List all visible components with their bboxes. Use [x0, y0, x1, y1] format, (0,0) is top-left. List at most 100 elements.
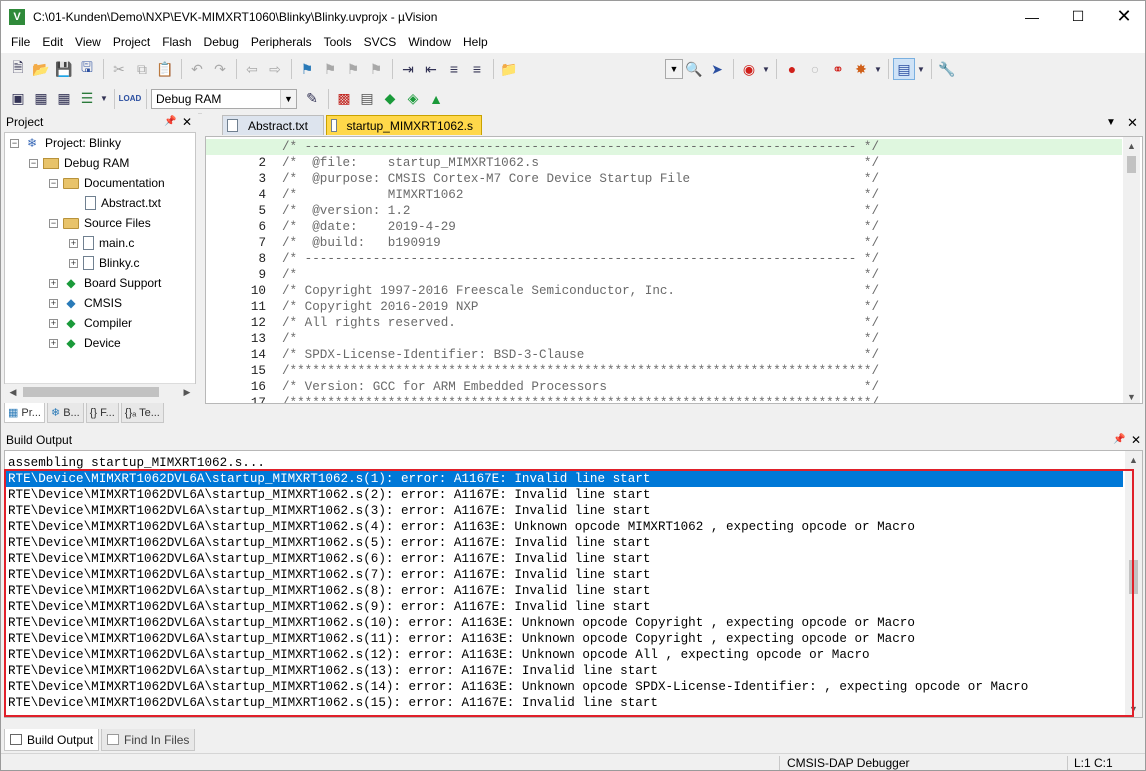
copy-icon[interactable]: ⧉ — [131, 58, 153, 80]
maximize-button[interactable]: ☐ — [1055, 1, 1101, 32]
code-line[interactable]: /* All rights reserved. */ — [282, 315, 879, 331]
insert-breakpoint-icon[interactable]: ● — [781, 58, 803, 80]
menu-file[interactable]: File — [5, 32, 36, 53]
nav-back-icon[interactable]: ⇦ — [241, 58, 263, 80]
manage-project-items-icon[interactable]: ▩ — [333, 88, 355, 110]
editor-hscrollbar[interactable]: ◀ ▶ — [206, 403, 1123, 404]
menu-debug[interactable]: Debug — [198, 32, 245, 53]
chevron-down-icon[interactable]: ▼ — [761, 58, 771, 80]
component-icon[interactable]: ▲ — [425, 88, 447, 110]
load-flash-icon[interactable]: LOAD — [119, 88, 142, 110]
menu-window[interactable]: Window — [402, 32, 457, 53]
code-line[interactable]: /* @date: 2019-4-29 */ — [282, 219, 879, 235]
code-line[interactable]: /* @build: b190919 */ — [282, 235, 879, 251]
code-line[interactable]: /* -------------------------------------… — [282, 251, 879, 267]
chevron-down-icon[interactable]: ▼ — [873, 58, 883, 80]
redo-icon[interactable]: ↷ — [209, 58, 231, 80]
tree-item-board-support[interactable]: + ◆ Board Support — [49, 273, 161, 293]
menu-view[interactable]: View — [69, 32, 107, 53]
expand-icon[interactable]: + — [69, 238, 78, 248]
chevron-down-icon[interactable]: ▼ — [916, 58, 926, 80]
code-editor[interactable]: ▷ 1234567891011121314151617 /* ---------… — [205, 136, 1143, 404]
code-line[interactable]: /***************************************… — [282, 363, 879, 379]
editor-vscrollbar[interactable]: ▲ ▼ — [1123, 137, 1140, 403]
undo-icon[interactable]: ↶ — [186, 58, 208, 80]
scroll-thumb[interactable] — [23, 387, 159, 397]
tree-item-target[interactable]: − Debug RAM — [29, 153, 129, 173]
menu-flash[interactable]: Flash — [156, 32, 197, 53]
menu-peripherals[interactable]: Peripherals — [245, 32, 318, 53]
target-select[interactable]: Debug RAM ▼ — [151, 88, 297, 109]
scroll-thumb[interactable] — [1129, 560, 1138, 594]
expand-icon[interactable]: + — [49, 318, 58, 328]
expand-icon[interactable]: + — [49, 298, 58, 308]
breakpoint-gutter[interactable]: ▷ — [206, 137, 220, 403]
rebuild-icon[interactable]: ▦ — [53, 88, 75, 110]
expand-icon[interactable]: + — [49, 278, 58, 288]
tree-item-cmsis[interactable]: + ◆ CMSIS — [49, 293, 122, 313]
scroll-left-icon[interactable]: ◀ — [5, 384, 21, 400]
indent-icon[interactable]: ⇥ — [397, 58, 419, 80]
code-line[interactable]: /* MIMXRT1062 */ — [282, 187, 879, 203]
build-error-line[interactable]: RTE\Device\MIMXRT1062DVL6A\startup_MIMXR… — [8, 503, 650, 519]
code-line[interactable]: /* Copyright 1997-2016 Freescale Semicon… — [282, 283, 879, 299]
tree-item-device[interactable]: + ◆ Device — [49, 333, 121, 353]
build-error-line[interactable]: RTE\Device\MIMXRT1062DVL6A\startup_MIMXR… — [6, 471, 1123, 487]
tab-startup-s[interactable]: startup_MIMXRT1062.s — [326, 115, 482, 135]
cut-icon[interactable]: ✂ — [108, 58, 130, 80]
menu-tools[interactable]: Tools — [318, 32, 358, 53]
pack-installer-icon[interactable]: ◈ — [402, 88, 424, 110]
collapse-icon[interactable]: − — [49, 178, 58, 188]
collapse-icon[interactable]: − — [49, 218, 58, 228]
close-button[interactable]: ✕ — [1101, 1, 1145, 32]
scroll-down-icon[interactable]: ▼ — [1123, 388, 1140, 403]
scroll-right-icon[interactable]: ▶ — [179, 384, 195, 400]
comment-icon[interactable]: ≡ — [443, 58, 465, 80]
code-line[interactable]: /* @purpose: CMSIS Cortex-M7 Core Device… — [282, 171, 879, 187]
build-error-line[interactable]: RTE\Device\MIMXRT1062DVL6A\startup_MIMXR… — [8, 599, 650, 615]
menu-edit[interactable]: Edit — [36, 32, 69, 53]
tree-item-abstract[interactable]: Abstract.txt — [85, 193, 161, 213]
build-error-line[interactable]: RTE\Device\MIMXRT1062DVL6A\startup_MIMXR… — [8, 487, 650, 503]
code-line[interactable]: /* -------------------------------------… — [206, 139, 1122, 155]
chevron-down-icon[interactable]: ▼ — [99, 88, 109, 110]
new-file-icon[interactable]: 🗎 — [7, 58, 29, 80]
close-icon[interactable]: ✕ — [1127, 115, 1138, 131]
build-error-line[interactable]: RTE\Device\MIMXRT1062DVL6A\startup_MIMXR… — [8, 679, 1028, 695]
tab-project[interactable]: ▦ Pr... — [4, 403, 45, 423]
tree-item-documentation[interactable]: − Documentation — [49, 173, 165, 193]
expand-icon[interactable]: + — [49, 338, 58, 348]
paste-icon[interactable]: 📋 — [154, 58, 176, 80]
tree-item-compiler[interactable]: + ◆ Compiler — [49, 313, 132, 333]
build-error-line[interactable]: RTE\Device\MIMXRT1062DVL6A\startup_MIMXR… — [8, 695, 658, 711]
save-icon[interactable]: 💾 — [53, 58, 75, 80]
build-error-line[interactable]: RTE\Device\MIMXRT1062DVL6A\startup_MIMXR… — [8, 567, 650, 583]
nav-forward-icon[interactable]: ⇨ — [264, 58, 286, 80]
tab-find-in-files[interactable]: Find In Files — [101, 729, 196, 751]
tab-books[interactable]: ❄ B... — [46, 403, 84, 423]
expand-icon[interactable]: + — [69, 258, 78, 268]
select-packs-icon[interactable]: ▤ — [356, 88, 378, 110]
collapse-icon[interactable]: − — [29, 158, 38, 168]
kill-breakpoints-icon[interactable]: ✸ — [850, 58, 872, 80]
code-line[interactable]: /* SPDX-License-Identifier: BSD-3-Clause… — [282, 347, 879, 363]
menu-svcs[interactable]: SVCS — [358, 32, 403, 53]
manage-rte-icon[interactable]: ◆ — [379, 88, 401, 110]
disable-breakpoints-icon[interactable]: ⚭ — [827, 58, 849, 80]
build-icon[interactable]: ▦ — [30, 88, 52, 110]
next-bookmark-icon[interactable]: ⚑ — [342, 58, 364, 80]
build-error-line[interactable]: RTE\Device\MIMXRT1062DVL6A\startup_MIMXR… — [8, 535, 650, 551]
tree-item-blinky-c[interactable]: + Blinky.c — [69, 253, 139, 273]
close-icon[interactable]: ✕ — [1131, 431, 1141, 449]
scroll-down-icon[interactable]: ▼ — [1125, 700, 1142, 717]
project-hscrollbar[interactable]: ◀ ▶ — [5, 383, 195, 399]
collapse-icon[interactable]: − — [10, 138, 19, 148]
build-error-line[interactable]: RTE\Device\MIMXRT1062DVL6A\startup_MIMXR… — [8, 631, 915, 647]
tab-functions[interactable]: {} F... — [85, 403, 119, 423]
build-error-line[interactable]: RTE\Device\MIMXRT1062DVL6A\startup_MIMXR… — [8, 551, 650, 567]
bookmark-icon[interactable]: ⚑ — [296, 58, 318, 80]
build-error-line[interactable]: RTE\Device\MIMXRT1062DVL6A\startup_MIMXR… — [8, 615, 915, 631]
tree-item-project[interactable]: − ❄ Project: Blinky — [10, 133, 121, 153]
pin-icon[interactable]: 📌 — [1113, 431, 1125, 449]
prev-bookmark-icon[interactable]: ⚑ — [319, 58, 341, 80]
